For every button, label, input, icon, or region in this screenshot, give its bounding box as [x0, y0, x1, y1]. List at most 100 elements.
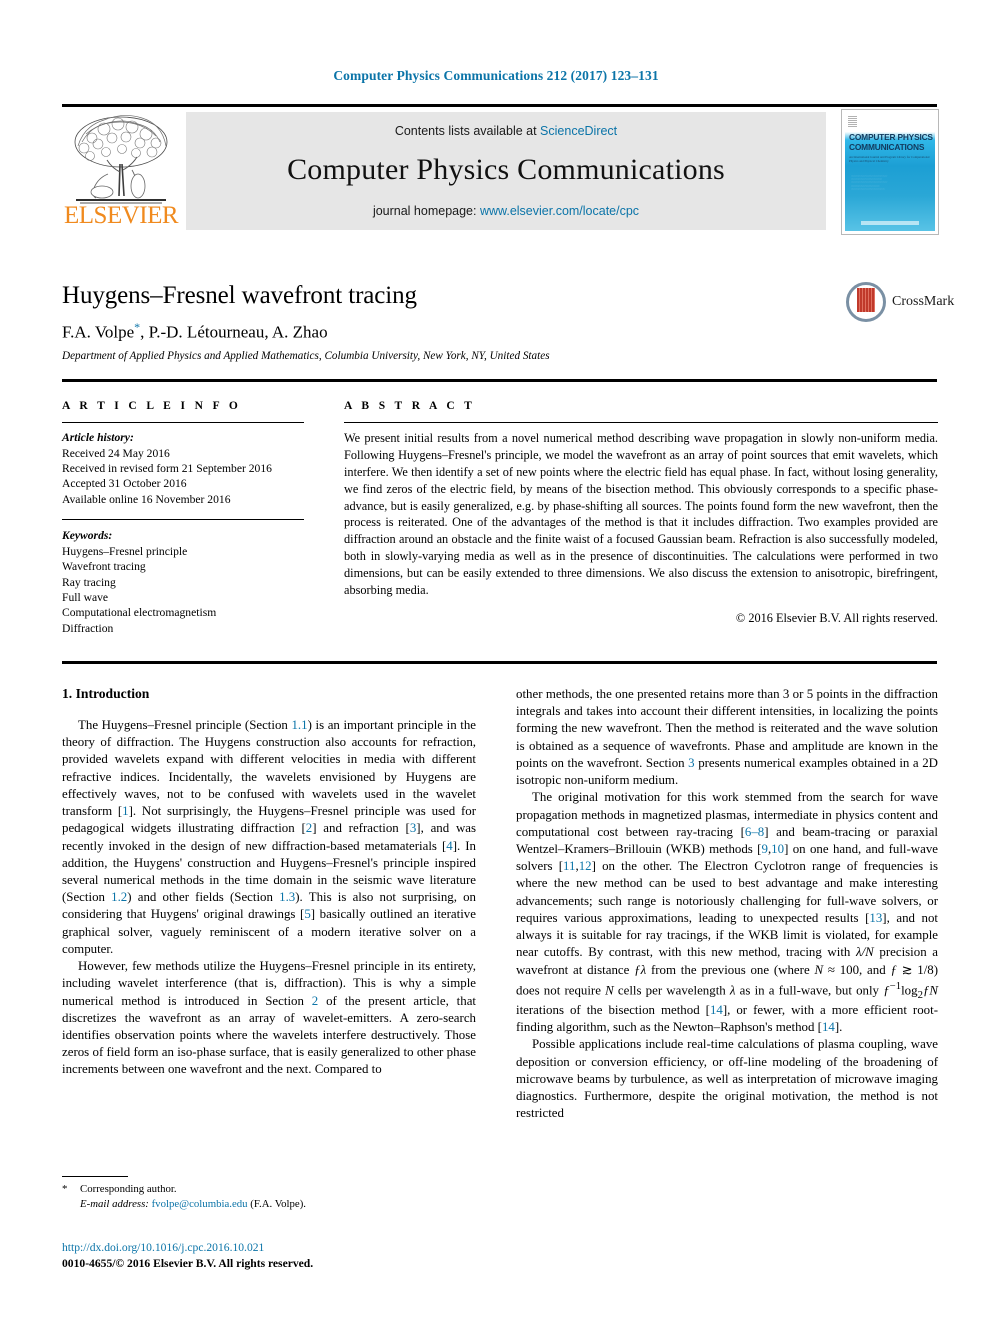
keyword-item: Ray tracing — [62, 575, 116, 589]
email-label: E-mail address: — [80, 1198, 149, 1211]
section-link[interactable]: 1.3 — [279, 890, 295, 904]
paragraph: Possible applications include real-time … — [516, 1037, 938, 1121]
history-item: Received in revised form 21 September 20… — [62, 462, 272, 475]
cover-subtitle: An International Journal and Program Lib… — [849, 155, 930, 163]
cover-title: COMPUTER PHYSICS COMMUNICATIONS — [849, 132, 933, 152]
math-run: λ/N — [855, 945, 874, 960]
keyword-item: Full wave — [62, 591, 109, 605]
section-link[interactable]: 1.2 — [111, 890, 127, 904]
citation-link[interactable]: 11 — [563, 859, 575, 873]
cover-footer-bar — [861, 221, 919, 225]
journal-cover-thumbnail[interactable]: COMPUTER PHYSICS COMMUNICATIONS An Inter… — [841, 109, 939, 235]
math-run: ƒN — [922, 983, 938, 998]
paper-page: Computer Physics Communications 212 (201… — [0, 0, 992, 1323]
section-heading-introduction: 1. Introduction — [62, 686, 150, 701]
contents-line: Contents lists available at ScienceDirec… — [186, 112, 826, 138]
journal-title: Computer Physics Communications — [287, 153, 725, 186]
keywords-block: Keywords: Huygens–Fresnel principle Wave… — [62, 528, 304, 636]
body-column-left: 1. Introduction The Huygens–Fresnel prin… — [62, 686, 476, 1079]
author-rest: , P.-D. Létourneau, A. Zhao — [140, 322, 328, 342]
text-run: ]. — [834, 1020, 843, 1035]
citation-link[interactable]: 14 — [822, 1020, 835, 1034]
title-block: Huygens–Fresnel wavefront tracing F.A. V… — [62, 282, 822, 362]
citation-link[interactable]: 6–8 — [745, 825, 764, 839]
page-title: Huygens–Fresnel wavefront tracing — [62, 282, 417, 309]
footnote-rule — [62, 1176, 128, 1178]
corresponding-text: Corresponding author. — [80, 1183, 177, 1195]
history-item: Accepted 31 October 2016 — [62, 477, 187, 491]
crossmark-label: CrossMark — [892, 294, 955, 309]
homepage-prefix: journal homepage: — [372, 204, 480, 218]
text-run: The Huygens–Fresnel principle (Section — [78, 718, 292, 732]
keywords-rule — [62, 519, 304, 521]
abstract-section: A B S T R A C T We present initial resul… — [344, 400, 938, 626]
body-column-right: other methods, the one presented retains… — [516, 686, 938, 1122]
text-run: ≈ 100, and — [823, 962, 891, 977]
email-note: E-mail address: fvolpe@columbia.edu (F.A… — [62, 1197, 476, 1212]
keyword-item: Huygens–Fresnel principle — [62, 544, 188, 558]
paragraph: The original motivation for this work st… — [516, 790, 939, 1035]
article-info-label: A R T I C L E I N F O — [62, 400, 242, 412]
text-run: cells per wavelength — [613, 983, 730, 998]
history-heading: Article history: — [62, 431, 134, 445]
crossmark-icon — [846, 282, 886, 322]
cover-texture: ~~~~~~~~~~~~~~~~~~~~~~~~~~~~ ~~~~~~~~~~~~… — [851, 175, 888, 191]
corresponding-author-note: * Corresponding author. — [62, 1182, 476, 1197]
cover-header-strip — [845, 113, 935, 132]
email-link[interactable]: fvolpe@columbia.edu — [152, 1198, 248, 1210]
elsevier-wordmark: ELSEVIER — [64, 202, 179, 229]
running-head: Computer Physics Communications 212 (201… — [333, 68, 659, 83]
math-run: log — [901, 983, 918, 998]
history-item: Received 24 May 2016 — [62, 446, 170, 460]
paragraph: However, few methods utilize the Huygens… — [62, 958, 476, 1079]
article-history: Article history: Received 24 May 2016 Re… — [62, 430, 304, 507]
journal-masthead: ELSEVIER Contents lists available at Sci… — [62, 104, 939, 235]
abstract-rule — [344, 422, 938, 424]
abstract-label: A B S T R A C T — [344, 400, 476, 412]
sciencedirect-link[interactable]: ScienceDirect — [540, 124, 617, 138]
footnote-star: * — [62, 1183, 68, 1195]
article-info-section: A R T I C L E I N F O Article history: R… — [62, 400, 304, 636]
math-run: N — [605, 983, 614, 998]
homepage-line: journal homepage: www.elsevier.com/locat… — [186, 204, 826, 218]
doi-link[interactable]: http://dx.doi.org/10.1016/j.cpc.2016.10.… — [62, 1240, 562, 1256]
left-column-text: The Huygens–Fresnel principle (Section 1… — [62, 717, 476, 1079]
crossmark-badge-wrap[interactable]: CrossMark — [846, 282, 954, 326]
citation-link[interactable]: 12 — [579, 859, 592, 873]
math-run: N — [814, 962, 824, 977]
footer-block: http://dx.doi.org/10.1016/j.cpc.2016.10.… — [62, 1240, 562, 1273]
contents-prefix: Contents lists available at — [394, 124, 541, 138]
cover-elsevier-icon — [848, 116, 857, 127]
text-run: ) and other fields (Section — [127, 890, 280, 905]
paragraph: The Huygens–Fresnel principle (Section 1… — [62, 717, 476, 958]
crossmark-bars — [857, 288, 875, 312]
text-run: from the previous one (where — [646, 962, 815, 977]
email-suffix: (F.A. Volpe). — [250, 1198, 307, 1211]
footnote-block: * Corresponding author. E-mail address: f… — [62, 1182, 476, 1213]
citation-link[interactable]: 10 — [771, 842, 784, 856]
math-sup: −1 — [889, 979, 902, 992]
keyword-item: Wavefront tracing — [62, 560, 146, 574]
journal-band: Contents lists available at ScienceDirec… — [186, 112, 826, 230]
citation-link[interactable]: 9 — [761, 842, 767, 856]
elsevier-tree-icon: ELSEVIER — [62, 112, 180, 230]
author-first: F.A. Volpe — [62, 322, 135, 342]
text-run: iterations of the bisection method [ — [516, 1002, 710, 1017]
journal-homepage-link[interactable]: www.elsevier.com/locate/cpc — [480, 204, 639, 218]
math-run: ƒλ — [634, 962, 647, 977]
section-link[interactable]: 1.1 — [291, 718, 307, 732]
text-run: ] and refraction [ — [312, 821, 410, 836]
paragraph: other methods, the one presented retains… — [516, 686, 938, 789]
abstract-text: We present initial results from a novel … — [344, 431, 938, 597]
keyword-item: Computational electromagnetism — [62, 606, 217, 620]
history-item: Available online 16 November 2016 — [62, 492, 231, 506]
copyright-line: © 2016 Elsevier B.V. All rights reserved… — [735, 610, 938, 625]
cover-artwork: COMPUTER PHYSICS COMMUNICATIONS An Inter… — [845, 113, 935, 231]
info-top-rule — [62, 379, 937, 382]
keywords-heading: Keywords: — [62, 529, 113, 543]
right-column-text: other methods, the one presented retains… — [516, 686, 938, 1122]
keyword-item: Diffraction — [62, 621, 114, 635]
citation-link[interactable]: 14 — [710, 1003, 723, 1017]
issn-copyright: 0010-4655/© 2016 Elsevier B.V. All right… — [62, 1257, 314, 1271]
citation-link[interactable]: 13 — [869, 911, 882, 925]
